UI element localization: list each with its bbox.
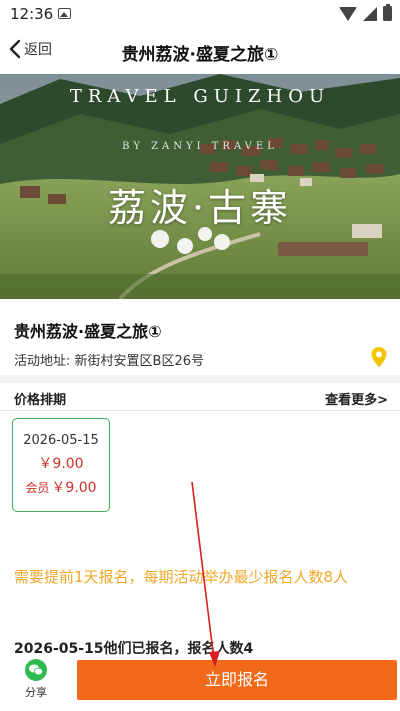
section-rule [0, 410, 400, 411]
signup-notice: 需要提前1天报名，每期活动举办最少报名人数8人 [14, 568, 349, 586]
hero-title-cn: 荔波·古寨 [107, 186, 293, 230]
page-title: 贵州荔波·盛夏之旅① [121, 45, 279, 65]
schedule-section-title: 价格排期 [14, 393, 67, 408]
card-price: ￥9.00 [38, 456, 84, 472]
activity-address: 活动地址: 新街村安置区B区26号 [14, 350, 204, 369]
section-divider [0, 375, 400, 383]
card-member-price: 会员 ￥9.00 [13, 477, 109, 497]
signal-icon [363, 6, 377, 21]
location-pin-icon[interactable] [370, 346, 388, 368]
address-label: 活动地址: [14, 354, 71, 369]
card-date: 2026-05-15 [23, 433, 99, 448]
address-value: 新街村安置区B区26号 [74, 354, 204, 369]
wechat-bubbles-icon [29, 664, 44, 676]
member-label: 会员 [25, 481, 50, 495]
date-price-card[interactable]: 2026-05-15 ￥9.00 会员 ￥9.00 [12, 418, 110, 512]
status-time: 12:36 [10, 5, 54, 23]
wechat-icon [25, 659, 47, 681]
image-notification-icon [58, 8, 71, 19]
member-price-value: ￥9.00 [51, 480, 97, 496]
share-label: 分享 [25, 686, 47, 699]
see-more-link[interactable]: 查看更多> [325, 389, 388, 408]
signup-now-button[interactable]: 立即报名 [77, 660, 397, 700]
wifi-icon [339, 6, 357, 21]
hero-title-en: TRAVEL GUIZHOU [69, 86, 331, 107]
status-bar: 12:36 [0, 0, 400, 28]
battery-icon [383, 4, 392, 21]
nav-bar: 返回 贵州荔波·盛夏之旅① [0, 28, 400, 74]
share-button[interactable]: 分享 [14, 659, 58, 700]
activity-title: 贵州荔波·盛夏之旅① [14, 322, 162, 341]
hero-banner-image: TRAVEL GUIZHOU BY ZANYI TRAVEL 荔波·古寨 [0, 74, 400, 299]
bottom-action-bar: 分享 立即报名 [0, 655, 400, 711]
status-icons [339, 4, 392, 21]
hero-subtitle-en: BY ZANYI TRAVEL [122, 141, 278, 152]
